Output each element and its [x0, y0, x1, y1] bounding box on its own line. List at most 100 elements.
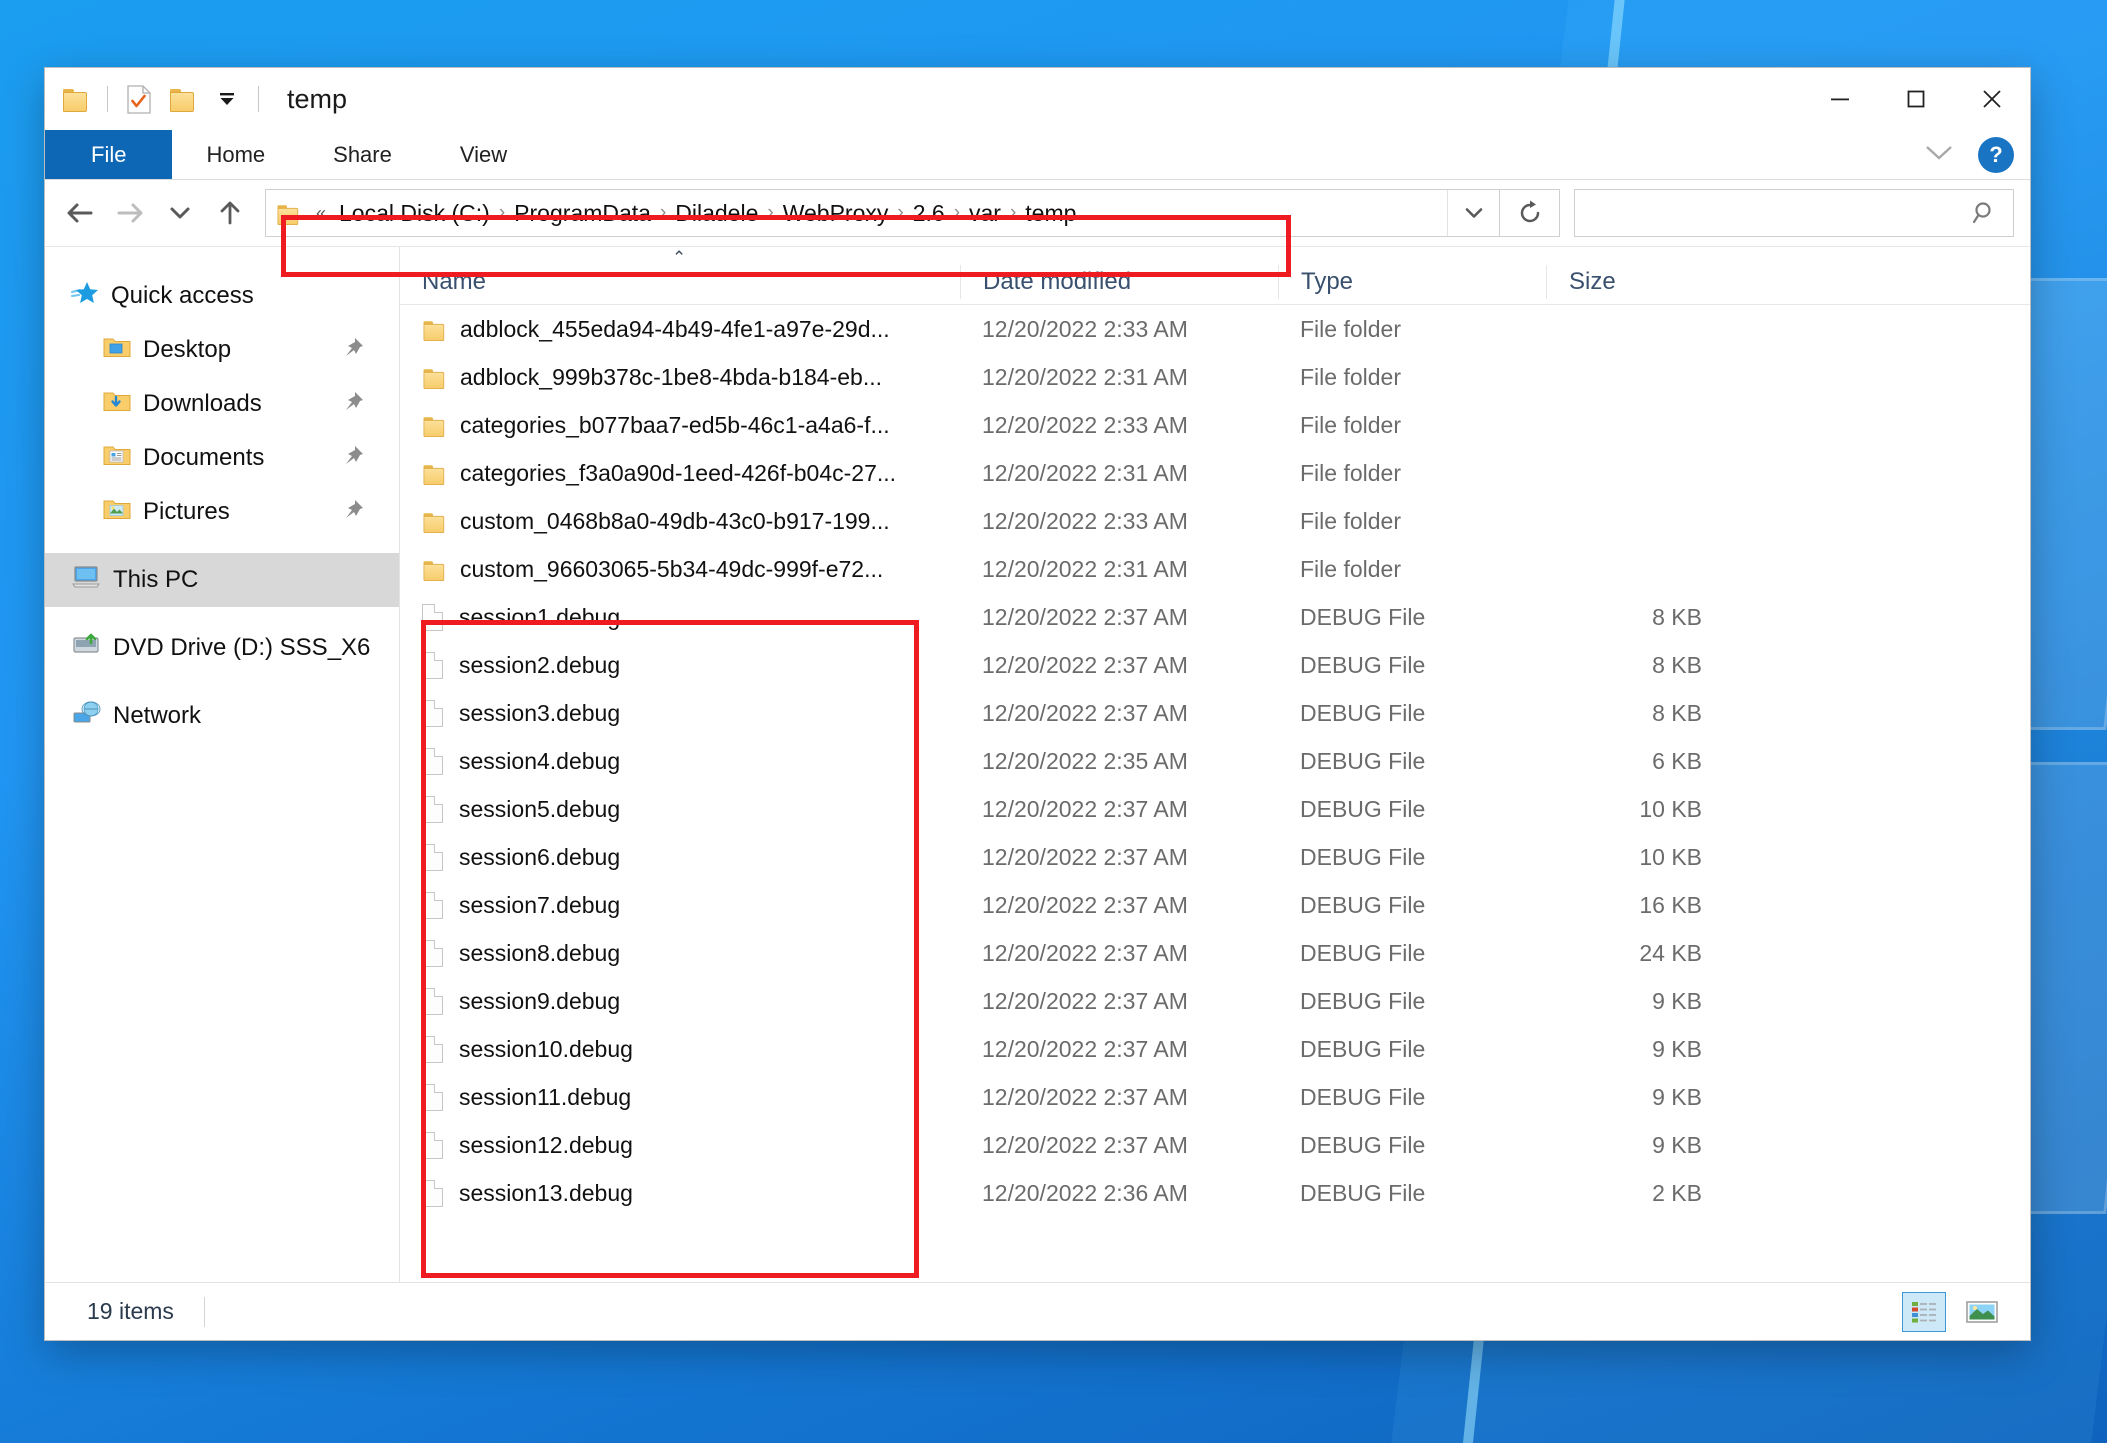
- breadcrumb-item-temp[interactable]: temp: [1018, 198, 1083, 229]
- pin-icon[interactable]: [343, 498, 365, 526]
- table-row[interactable]: session10.debug 12/20/2022 2:37 AM DEBUG F…: [400, 1025, 2030, 1073]
- table-row[interactable]: session1.debug 12/20/2022 2:37 AM DEBUG Fi…: [400, 593, 2030, 641]
- back-button[interactable]: [55, 188, 105, 238]
- table-row[interactable]: session6.debug 12/20/2022 2:37 AM DEBUG Fi…: [400, 833, 2030, 881]
- table-row[interactable]: session7.debug 12/20/2022 2:37 AM DEBUG Fi…: [400, 881, 2030, 929]
- breadcrumb-separator-icon[interactable]: ›: [952, 202, 962, 224]
- cell-name[interactable]: session9.debug: [400, 987, 960, 1015]
- table-row[interactable]: categories_f3a0a90d-1eed-426f-b04c-27...…: [400, 449, 2030, 497]
- cell-name[interactable]: session11.debug: [400, 1083, 960, 1111]
- cell-name[interactable]: session1.debug: [400, 603, 960, 631]
- table-row[interactable]: adblock_455eda94-4b49-4fe1-a97e-29d... 12…: [400, 305, 2030, 353]
- sidebar-item-pictures[interactable]: Pictures: [45, 485, 399, 539]
- help-icon[interactable]: ?: [1978, 136, 2014, 173]
- table-row[interactable]: session11.debug 12/20/2022 2:37 AM DEBUG F…: [400, 1073, 2030, 1121]
- cell-name[interactable]: session7.debug: [400, 891, 960, 919]
- table-row[interactable]: session5.debug 12/20/2022 2:37 AM DEBUG Fi…: [400, 785, 2030, 833]
- file-icon: [422, 795, 443, 823]
- close-button[interactable]: [1954, 68, 2030, 130]
- pin-icon[interactable]: [343, 336, 365, 364]
- breadcrumb-item-local-disk[interactable]: Local Disk (C:): [332, 198, 497, 229]
- cell-name[interactable]: session12.debug: [400, 1131, 960, 1159]
- sidebar-item-dvd-drive[interactable]: DVD Drive (D:) SSS_X6: [45, 621, 399, 675]
- properties-icon[interactable]: [122, 82, 156, 116]
- cell-name[interactable]: custom_96603065-5b34-49dc-999f-e72...: [400, 556, 960, 583]
- table-row[interactable]: session3.debug 12/20/2022 2:37 AM DEBUG Fi…: [400, 689, 2030, 737]
- breadcrumb-item-version[interactable]: 2.6: [906, 198, 952, 229]
- tab-view[interactable]: View: [426, 130, 541, 179]
- breadcrumb-item-diladele[interactable]: Diladele: [668, 198, 765, 229]
- breadcrumb-item-programdata[interactable]: ProgramData: [507, 198, 658, 229]
- maximize-button[interactable]: [1878, 68, 1954, 130]
- cell-name[interactable]: adblock_999b378c-1be8-4bda-b184-eb...: [400, 364, 960, 391]
- sidebar-item-network[interactable]: Network: [45, 689, 399, 743]
- column-header-name[interactable]: Name: [400, 265, 960, 299]
- breadcrumb-separator-icon[interactable]: ›: [895, 202, 905, 224]
- file-name-label: session9.debug: [459, 987, 621, 1014]
- file-icon: [422, 699, 443, 727]
- sidebar-item-desktop[interactable]: Desktop: [45, 323, 399, 377]
- pin-icon[interactable]: [343, 444, 365, 472]
- large-icons-view-button[interactable]: [1960, 1292, 2004, 1332]
- table-row[interactable]: session4.debug 12/20/2022 2:35 AM DEBUG Fi…: [400, 737, 2030, 785]
- new-folder-icon[interactable]: [166, 82, 200, 116]
- up-button[interactable]: [205, 188, 255, 238]
- breadcrumb-separator-icon[interactable]: ›: [765, 202, 775, 224]
- table-row[interactable]: categories_b077baa7-ed5b-46c1-a4a6-f... 1…: [400, 401, 2030, 449]
- cell-name[interactable]: categories_f3a0a90d-1eed-426f-b04c-27...: [400, 460, 960, 487]
- cell-name[interactable]: session10.debug: [400, 1035, 960, 1063]
- sidebar-item-downloads[interactable]: Downloads: [45, 377, 399, 431]
- minimize-button[interactable]: [1802, 68, 1878, 130]
- breadcrumb-separator-icon[interactable]: ›: [497, 202, 507, 224]
- column-header-type[interactable]: Type: [1278, 264, 1546, 299]
- sidebar-item-this-pc[interactable]: This PC: [45, 553, 399, 607]
- tab-share[interactable]: Share: [299, 130, 426, 179]
- cell-name[interactable]: session3.debug: [400, 699, 960, 727]
- cell-name[interactable]: categories_b077baa7-ed5b-46c1-a4a6-f...: [400, 412, 960, 439]
- table-row[interactable]: custom_96603065-5b34-49dc-999f-e72... 12/…: [400, 545, 2030, 593]
- sidebar-item-documents[interactable]: Documents: [45, 431, 399, 485]
- cell-name[interactable]: session6.debug: [400, 843, 960, 871]
- customize-dropdown-icon[interactable]: [210, 82, 244, 116]
- cell-name[interactable]: session13.debug: [400, 1179, 960, 1207]
- dvd-drive-icon: [71, 632, 101, 665]
- breadcrumb-overflow-icon[interactable]: «: [310, 203, 332, 224]
- table-row[interactable]: session2.debug 12/20/2022 2:37 AM DEBUG Fi…: [400, 641, 2030, 689]
- cell-name[interactable]: session2.debug: [400, 651, 960, 679]
- search-icon[interactable]: [1971, 199, 1999, 227]
- chevron-down-icon[interactable]: [1922, 141, 1956, 168]
- tab-file[interactable]: File: [45, 130, 173, 179]
- table-row[interactable]: session9.debug 12/20/2022 2:37 AM DEBUG Fi…: [400, 977, 2030, 1025]
- column-header-size[interactable]: Size: [1546, 264, 1726, 299]
- details-view-button[interactable]: [1902, 1291, 1946, 1332]
- table-row[interactable]: custom_0468b8a0-49db-43c0-b917-199... 12/…: [400, 497, 2030, 545]
- address-bar[interactable]: « Local Disk (C:) › ProgramData › Dilade…: [265, 189, 1500, 237]
- cell-name[interactable]: session4.debug: [400, 747, 960, 775]
- table-row[interactable]: session13.debug 12/20/2022 2:36 AM DEBUG F…: [400, 1169, 2030, 1217]
- desktop-folder-icon: [103, 335, 131, 366]
- breadcrumb-item-var[interactable]: var: [962, 198, 1008, 229]
- breadcrumb-separator-icon[interactable]: ›: [1008, 202, 1018, 224]
- recent-locations-icon[interactable]: [155, 188, 205, 238]
- documents-folder-icon: [103, 443, 131, 474]
- table-row[interactable]: adblock_999b378c-1be8-4bda-b184-eb... 12/…: [400, 353, 2030, 401]
- column-header-date-modified[interactable]: Date modified: [960, 264, 1278, 299]
- breadcrumb-separator-icon[interactable]: ›: [658, 202, 668, 224]
- cell-size: 2 KB: [1652, 1179, 1702, 1206]
- cell-name[interactable]: session8.debug: [400, 939, 960, 967]
- cell-name[interactable]: custom_0468b8a0-49db-43c0-b917-199...: [400, 508, 960, 535]
- breadcrumb-item-webproxy[interactable]: WebProxy: [776, 198, 896, 229]
- search-input[interactable]: [1589, 201, 1971, 225]
- address-dropdown-icon[interactable]: [1447, 190, 1499, 236]
- cell-name[interactable]: adblock_455eda94-4b49-4fe1-a97e-29d...: [400, 316, 960, 343]
- table-row[interactable]: session8.debug 12/20/2022 2:37 AM DEBUG Fi…: [400, 929, 2030, 977]
- forward-button[interactable]: [105, 188, 155, 238]
- table-row[interactable]: session12.debug 12/20/2022 2:37 AM DEBUG F…: [400, 1121, 2030, 1169]
- tab-home[interactable]: Home: [172, 130, 299, 179]
- cell-name[interactable]: session5.debug: [400, 795, 960, 823]
- refresh-button[interactable]: [1500, 189, 1560, 237]
- pin-icon[interactable]: [343, 390, 365, 418]
- folder-icon[interactable]: [59, 82, 93, 116]
- sidebar-item-quick-access[interactable]: Quick access: [45, 269, 399, 323]
- search-box[interactable]: [1574, 189, 2014, 237]
